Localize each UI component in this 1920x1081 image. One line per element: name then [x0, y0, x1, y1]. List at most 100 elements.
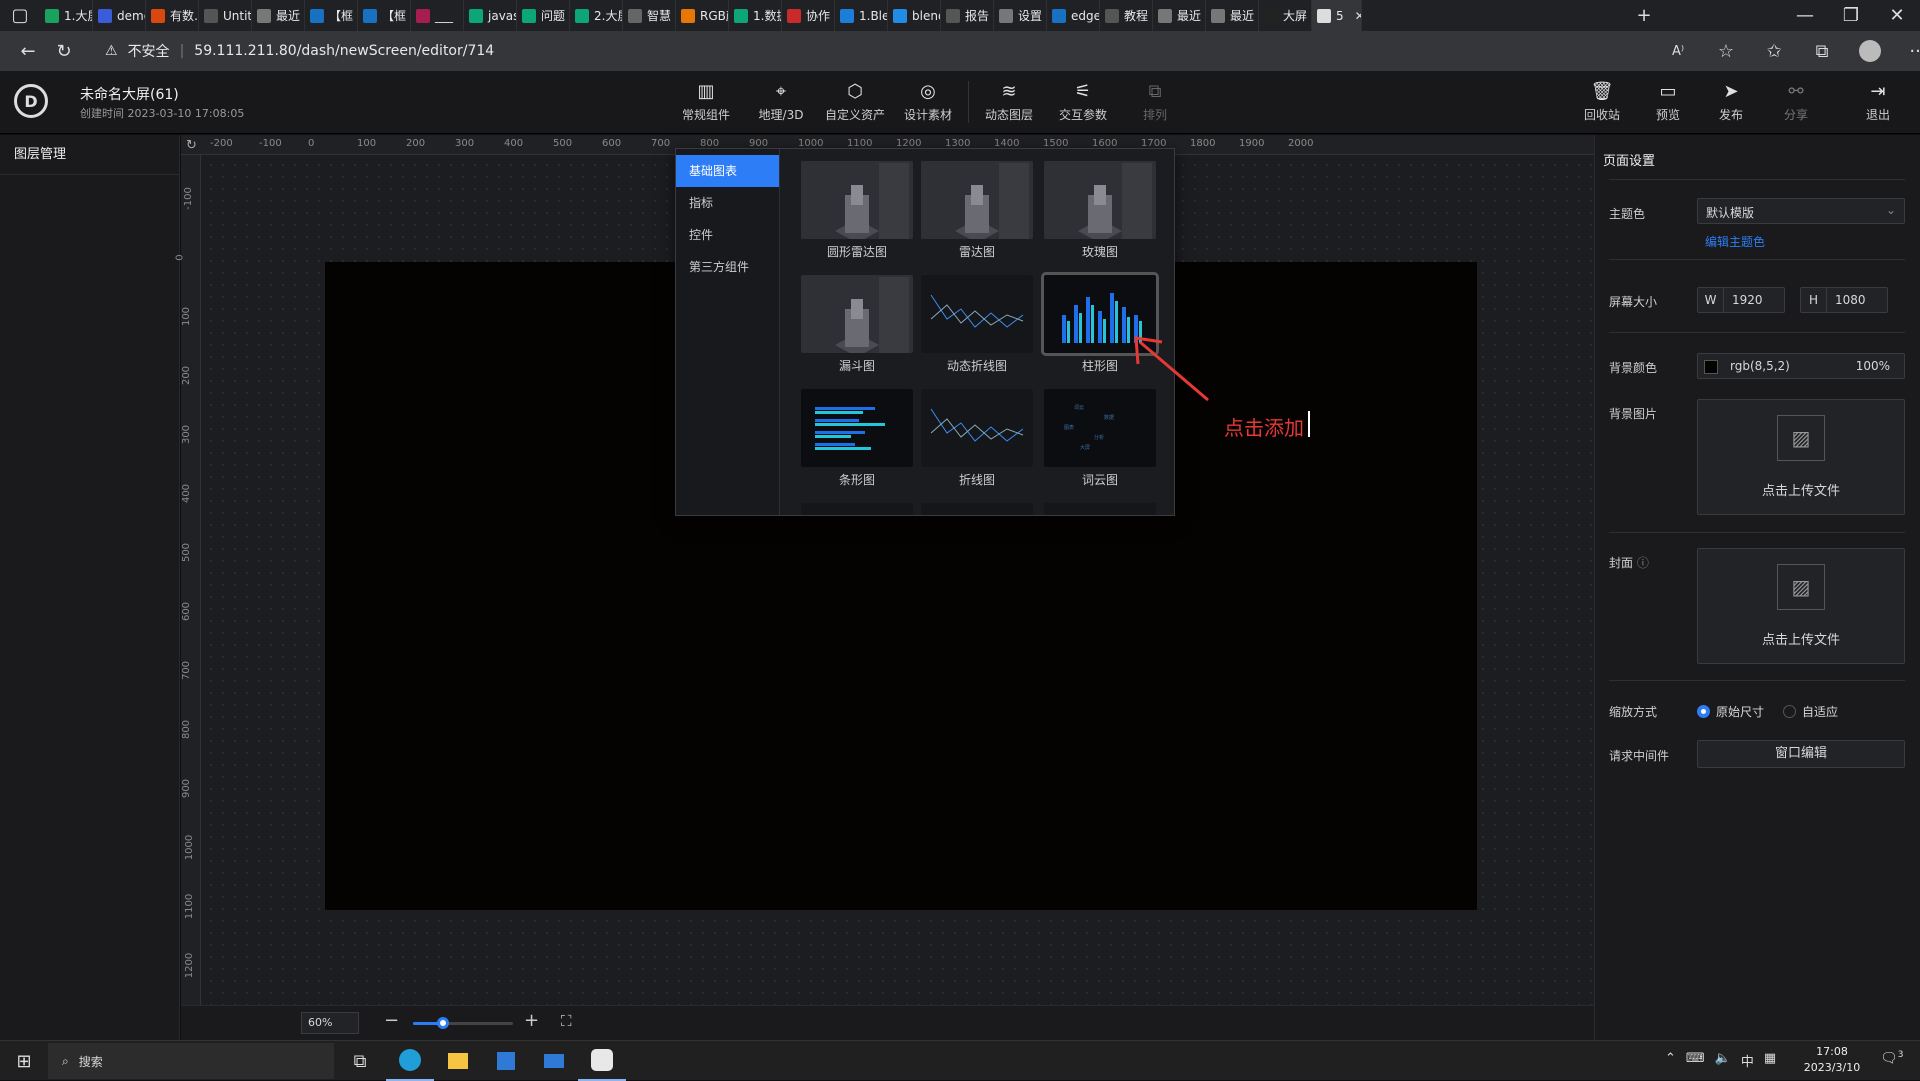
browser-tab[interactable]: 5✕ [1312, 0, 1362, 31]
zoom-input[interactable]: 60% [301, 1012, 359, 1034]
browser-tab[interactable]: demo [93, 0, 146, 31]
tool-interaction-params[interactable]: ⚟ 交互参数 [1057, 71, 1109, 134]
category-indicators[interactable]: 指标 [676, 187, 779, 219]
screen-title[interactable]: 未命名大屏(61) [80, 84, 179, 104]
edge-taskbar-icon[interactable] [386, 1041, 434, 1081]
category-basic-charts[interactable]: 基础图表 [676, 155, 779, 187]
chart-card-partial[interactable] [921, 503, 1033, 515]
read-aloud-icon[interactable]: A⁾ [1660, 35, 1696, 67]
app-taskbar-icon[interactable] [578, 1041, 626, 1081]
browser-tab[interactable]: 最近 [1153, 0, 1206, 31]
volume-icon[interactable]: 🔈 [1715, 1051, 1731, 1070]
share-button[interactable]: ⚯ 分享 [1774, 71, 1818, 134]
chart-card-partial[interactable] [801, 503, 913, 515]
clock[interactable]: 17:08 2023/3/10 [1800, 1044, 1864, 1076]
tool-arrange[interactable]: ⧉ 排列 [1132, 71, 1178, 134]
category-controls[interactable]: 控件 [676, 219, 779, 251]
windows-start-icon[interactable]: ⊞ [0, 1041, 48, 1081]
browser-tab[interactable]: 1.大屏 [40, 0, 93, 31]
file-explorer-icon[interactable] [434, 1041, 482, 1081]
tool-geo-3d[interactable]: ⌖ 地理/3D [755, 71, 807, 134]
browser-tab[interactable]: 1.数据 [729, 0, 782, 31]
fit-screen-icon[interactable]: ⛶ [561, 1012, 572, 1030]
cover-upload[interactable]: ▨ 点击上传文件 [1697, 548, 1905, 664]
browser-tab[interactable]: RGB颜 [676, 0, 729, 31]
ime-mode-icon[interactable]: ▦ [1764, 1051, 1776, 1070]
bg-color-picker[interactable]: rgb(8,5,2) 100% [1697, 353, 1905, 379]
chart-card[interactable] [921, 161, 1033, 239]
tool-design-materials[interactable]: ◎ 设计素材 [902, 71, 954, 134]
browser-tab[interactable]: 最近 [252, 0, 305, 31]
width-input[interactable]: W 1920 [1697, 287, 1785, 313]
reload-button[interactable]: ↻ [46, 35, 82, 67]
chart-card[interactable] [801, 275, 913, 353]
browser-tab[interactable]: 有数… [146, 0, 199, 31]
browser-tab[interactable]: 1.Ble [835, 0, 888, 31]
recycle-bin-button[interactable]: 🗑 回收站 [1580, 71, 1624, 134]
browser-tab[interactable]: 教程 [1100, 0, 1153, 31]
refresh-ruler-icon[interactable]: ↻ [186, 138, 197, 153]
window-edit-button[interactable]: 窗口编辑 [1697, 740, 1905, 768]
zoom-in-icon[interactable]: + [524, 1010, 539, 1031]
back-button[interactable]: ← [10, 35, 46, 67]
restore-button[interactable]: ❐ [1828, 0, 1874, 32]
browser-tab[interactable]: blend [888, 0, 941, 31]
tool-common-components[interactable]: ▥ 常规组件 [680, 71, 732, 134]
minimize-button[interactable]: — [1782, 0, 1828, 32]
mail-icon[interactable] [530, 1041, 578, 1081]
tab-actions-icon[interactable]: ▢ [0, 0, 40, 32]
close-window-button[interactable]: ✕ [1874, 0, 1920, 32]
browser-tab[interactable]: 问题 [517, 0, 570, 31]
browser-tab[interactable]: 【框 [358, 0, 411, 31]
browser-tab[interactable]: 协作 [782, 0, 835, 31]
chart-card[interactable] [921, 389, 1033, 467]
exit-button[interactable]: ⇥ 退出 [1856, 71, 1900, 134]
tool-custom-assets[interactable]: ⬡ 自定义资产 [822, 71, 888, 134]
category-third-party[interactable]: 第三方组件 [676, 251, 779, 283]
browser-tab[interactable]: 报告 [941, 0, 994, 31]
browser-tab[interactable]: ___ [411, 0, 464, 31]
url-field[interactable]: ⚠ 不安全 | 59.111.211.80/dash/newScreen/edi… [105, 37, 1705, 65]
browser-tab[interactable]: edge [1047, 0, 1100, 31]
scale-option-original[interactable]: 原始尺寸 [1697, 703, 1764, 720]
zoom-slider[interactable] [413, 1017, 513, 1029]
favorite-add-icon[interactable]: ☆ [1708, 35, 1744, 67]
browser-tab[interactable]: 设置 [994, 0, 1047, 31]
ime-indicator[interactable]: 中 [1741, 1051, 1754, 1070]
chart-card[interactable] [801, 161, 913, 239]
chart-card[interactable] [921, 275, 1033, 353]
app-logo-icon[interactable]: D [14, 84, 48, 118]
profile-avatar[interactable] [1852, 35, 1888, 67]
favorites-icon[interactable]: ✩ [1756, 35, 1792, 67]
browser-tab[interactable]: 大屏 [1259, 0, 1312, 31]
chart-card-partial[interactable] [1044, 503, 1156, 515]
publish-button[interactable]: ➤ 发布 [1706, 71, 1756, 134]
edit-theme-link[interactable]: 编辑主题色 [1705, 233, 1765, 250]
browser-tab[interactable]: 智慧 [623, 0, 676, 31]
browser-tab[interactable]: 2.大屏 [570, 0, 623, 31]
collections-icon[interactable]: ⧉ [1804, 35, 1840, 67]
chevron-up-icon[interactable]: ⌃ [1665, 1051, 1676, 1070]
tool-dynamic-layers[interactable]: ≋ 动态图层 [983, 71, 1035, 134]
preview-button[interactable]: ▭ 预览 [1646, 71, 1690, 134]
scale-option-auto[interactable]: 自适应 [1783, 703, 1838, 720]
bg-image-upload[interactable]: ▨ 点击上传文件 [1697, 399, 1905, 515]
new-tab-button[interactable]: + [1626, 0, 1662, 32]
more-icon[interactable]: ··· [1900, 35, 1920, 67]
chart-card[interactable] [801, 389, 913, 467]
browser-tab[interactable]: Untit [199, 0, 252, 31]
zoom-slider-handle[interactable] [437, 1017, 449, 1029]
network-icon[interactable]: ⌨ [1686, 1051, 1705, 1070]
chart-card[interactable] [1044, 161, 1156, 239]
theme-select[interactable]: 默认模版 ⌄ [1697, 198, 1905, 224]
zoom-out-icon[interactable]: − [384, 1010, 399, 1031]
browser-tab[interactable]: javas [464, 0, 517, 31]
close-tab-icon[interactable]: ✕ [1349, 9, 1361, 23]
browser-tab[interactable]: 最近 [1206, 0, 1259, 31]
notification-icon[interactable]: 🗨3 [1880, 1050, 1904, 1067]
browser-tab[interactable]: 【框 [305, 0, 358, 31]
height-input[interactable]: H 1080 [1800, 287, 1888, 313]
store-icon[interactable] [482, 1041, 530, 1081]
task-view-icon[interactable]: ⧉ [336, 1041, 384, 1081]
taskbar-search[interactable]: ⌕ 搜索 [48, 1043, 334, 1079]
